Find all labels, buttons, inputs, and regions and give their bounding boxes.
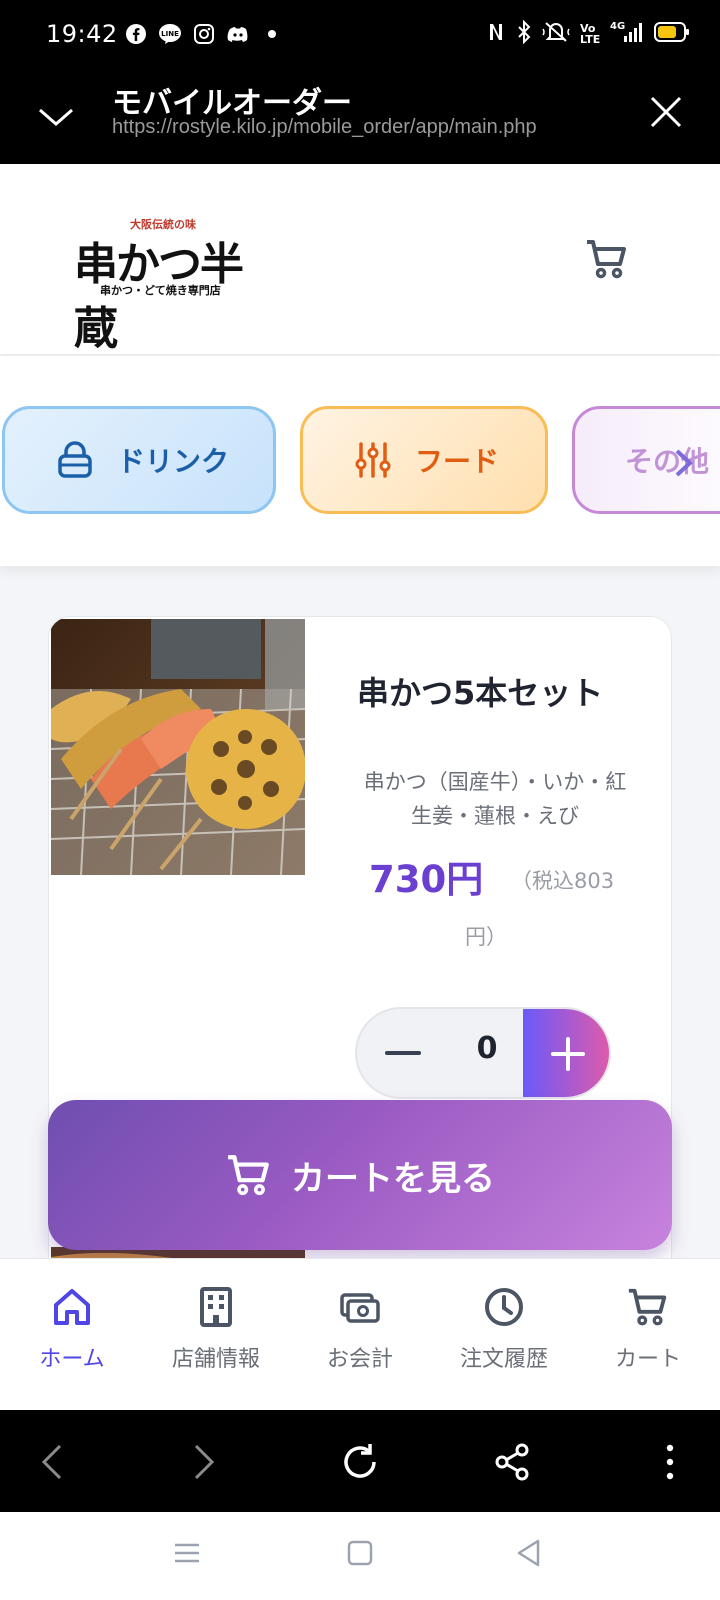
nav-checkout-label: お会計 [326, 1347, 393, 1372]
svg-text:4G: 4G [610, 21, 625, 32]
battery-icon [654, 21, 690, 47]
product-price: 730円 [369, 858, 484, 901]
dot-icon [260, 22, 284, 46]
plus-icon [551, 1037, 585, 1071]
building-icon [200, 1287, 232, 1327]
category-other-label: その他 [625, 445, 710, 478]
status-system-icons: Vo LTE 4G [486, 19, 690, 48]
back-icon[interactable] [32, 1440, 76, 1484]
facebook-icon [124, 22, 148, 46]
svg-text:LINE: LINE [161, 30, 179, 38]
discord-icon [226, 22, 250, 46]
category-strip[interactable]: ドリンク フード その他 [0, 356, 720, 566]
cart-icon [628, 1288, 667, 1326]
back-triangle-icon[interactable] [512, 1536, 546, 1570]
volte-icon: Vo LTE [580, 22, 601, 46]
logo-subtitle: 串かつ・どて焼き専門店 [100, 284, 221, 297]
nav-store-info[interactable]: 店舗情報 [144, 1285, 288, 1373]
product-description: 串かつ（国産牛）・いか・紅生姜・蓮根・えび [363, 770, 627, 828]
status-bar: 19:42 LINE Vo LTE 4G [0, 0, 720, 70]
system-nav-bar [0, 1512, 720, 1600]
product-image[interactable] [51, 619, 305, 875]
bluetooth-icon [516, 19, 532, 48]
nfc-icon [486, 21, 506, 47]
status-time: 19:42 [46, 20, 118, 48]
instagram-icon [192, 22, 216, 46]
home-square-icon[interactable] [343, 1536, 377, 1570]
line-icon: LINE [158, 22, 182, 46]
nav-cart-label: カート [614, 1347, 681, 1372]
more-vert-icon[interactable] [648, 1440, 692, 1484]
browser-title-bar: モバイルオーダー https://rostyle.kilo.jp/mobile_… [0, 70, 720, 164]
menu-icon[interactable] [170, 1536, 204, 1570]
browser-toolbar [0, 1410, 720, 1512]
close-icon[interactable] [646, 92, 686, 132]
bottom-nav: ホーム 店舗情報 お会計 注文履歴 カート [0, 1258, 720, 1410]
category-other[interactable]: その他 [572, 406, 720, 514]
reload-icon[interactable] [338, 1440, 382, 1484]
page-url: https://rostyle.kilo.jp/mobile_order/app… [112, 116, 537, 138]
nav-home-label: ホーム [39, 1347, 105, 1372]
nav-order-history-label: 注文履歴 [459, 1347, 548, 1372]
nav-order-history[interactable]: 注文履歴 [432, 1285, 576, 1373]
quantity-stepper[interactable]: 0 [355, 1007, 611, 1099]
category-drink[interactable]: ドリンク [2, 406, 276, 514]
nav-checkout[interactable]: お会計 [288, 1285, 432, 1373]
share-icon[interactable] [490, 1440, 534, 1484]
category-drink-label: ドリンク [117, 445, 230, 478]
clock-icon [485, 1288, 523, 1326]
header-cart-icon[interactable] [584, 236, 630, 282]
home-icon [54, 1289, 90, 1325]
nav-store-info-label: 店舗情報 [171, 1347, 260, 1372]
money-icon [340, 1293, 380, 1323]
chevron-right-icon[interactable] [672, 448, 696, 478]
view-cart-label: カートを見る [291, 1158, 495, 1199]
app-header: 大阪伝統の味 串かつ半蔵 串かつ・どて焼き専門店 [0, 164, 720, 354]
mute-icon [542, 20, 570, 48]
category-food-label: フード [415, 445, 500, 478]
store-logo[interactable]: 大阪伝統の味 串かつ半蔵 串かつ・どて焼き専門店 [74, 216, 254, 354]
cart-icon [225, 1151, 273, 1199]
nav-home[interactable]: ホーム [0, 1285, 144, 1373]
status-app-icons: LINE [124, 22, 284, 46]
product-tax-price: （税込803 [511, 869, 615, 893]
chevron-down-icon[interactable] [36, 96, 76, 136]
signal-4g-icon: 4G [610, 20, 644, 48]
view-cart-button[interactable]: カートを見る [48, 1100, 672, 1250]
bag-icon [55, 440, 95, 480]
category-food[interactable]: フード [300, 406, 548, 514]
minus-icon[interactable] [377, 1027, 429, 1079]
forward-icon[interactable] [180, 1440, 224, 1484]
quantity-value: 0 [476, 1031, 498, 1066]
utensils-icon [353, 440, 393, 480]
plus-button[interactable] [523, 1009, 609, 1097]
product-name: 串かつ5本セット [357, 674, 604, 712]
product-tax-price-suffix: 円） [465, 925, 507, 949]
nav-cart[interactable]: カート [576, 1285, 720, 1373]
